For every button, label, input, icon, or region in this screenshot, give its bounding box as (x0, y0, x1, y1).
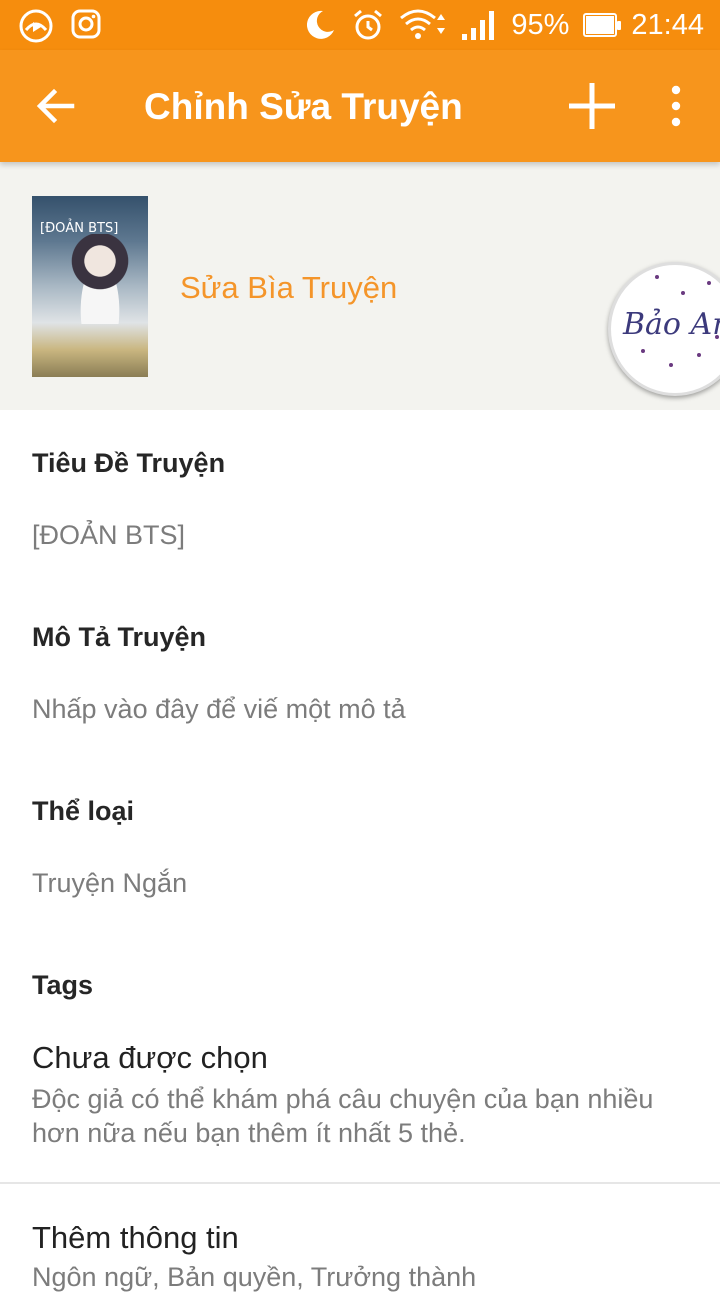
app-bar: Chỉnh Sửa Truyện (0, 50, 720, 162)
edit-cover-button[interactable]: Sửa Bìa Truyện (180, 270, 397, 306)
cover-section: [ĐOẢN BTS] Sửa Bìa Truyện Bảo Anh (0, 162, 720, 410)
description-label: Mô Tả Truyện (32, 622, 207, 652)
status-bar: 95% 21:44 (0, 0, 720, 50)
tags-selector[interactable]: Chưa được chọn (32, 1040, 268, 1076)
wifi-icon (400, 9, 446, 39)
arrow-left-icon[interactable] (34, 84, 78, 128)
divider (0, 1182, 720, 1184)
floating-badge-bubble[interactable]: Bảo Anh (608, 262, 720, 396)
tags-hint: Độc giả có thể khám phá câu chuyện của b… (32, 1084, 654, 1148)
moon-icon (307, 10, 335, 39)
badge-text: Bảo Anh (623, 307, 720, 342)
title-field[interactable]: [ĐOẢN BTS] (32, 520, 185, 551)
page-title: Chỉnh Sửa Truyện (144, 86, 463, 127)
instagram-icon (71, 9, 101, 39)
tags-label: Tags (32, 970, 94, 1000)
genre-select[interactable]: Truyện Ngắn (32, 868, 187, 899)
more-info-description: Ngôn ngữ, Bản quyền, Trưởng thành (32, 1262, 477, 1292)
alarm-icon (354, 9, 383, 40)
genre-label: Thể loại (32, 796, 135, 826)
music-app-icon (19, 9, 53, 43)
battery-percent: 95% (511, 8, 570, 41)
plus-icon[interactable] (566, 80, 618, 132)
clock: 21:44 (631, 8, 704, 41)
story-cover-image[interactable]: [ĐOẢN BTS] (32, 196, 148, 377)
cover-figure (70, 234, 130, 324)
battery-icon (583, 13, 622, 37)
description-field[interactable]: Nhấp vào đây để viế một mô tả (32, 694, 406, 725)
signal-icon (462, 11, 495, 40)
more-vertical-icon[interactable] (660, 84, 692, 128)
more-info-button[interactable]: Thêm thông tin (32, 1220, 239, 1256)
title-label: Tiêu Đề Truyện (32, 448, 226, 478)
cover-title-text: [ĐOẢN BTS] (40, 221, 119, 236)
